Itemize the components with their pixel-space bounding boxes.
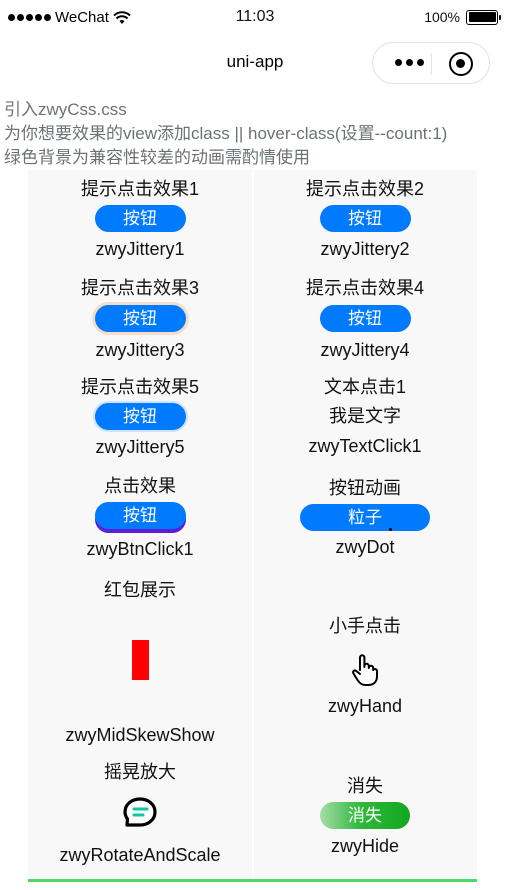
- demo-dot: 按钮动画 粒子 zwyDot: [253, 477, 477, 558]
- demo-hide: 消失 消失 zwyHide: [253, 775, 477, 857]
- demo-class-name: zwyHide: [330, 836, 400, 856]
- demo-title: 小手点击: [329, 616, 401, 636]
- battery-icon: [466, 9, 501, 25]
- close-miniprogram-icon[interactable]: [449, 52, 473, 76]
- demo-title: 提示点击效果3: [80, 278, 199, 298]
- demo-class-name: zwyJittery2: [320, 239, 410, 259]
- demo-title: 消失: [347, 776, 383, 796]
- more-menu-icon[interactable]: [395, 59, 424, 66]
- intro-text: 引入zwyCss.css 为你想要效果的view添加class || hover…: [4, 98, 447, 170]
- navigation-bar: uni-app: [0, 34, 510, 90]
- demo-title: 点击效果: [104, 476, 176, 496]
- capsule-divider: [431, 53, 432, 75]
- demo-title: 文本点击1: [323, 377, 406, 397]
- jittery2-button[interactable]: 按钮: [319, 205, 411, 232]
- demo-rotate-and-scale: 摇晃放大 zwyRotateAndScale: [28, 761, 252, 866]
- demo-text-click1: 文本点击1 我是文字 zwyTextClick1: [253, 376, 477, 457]
- demo-class-name: zwyRotateAndScale: [59, 845, 221, 865]
- demo-class-name: zwyJittery5: [95, 437, 185, 457]
- demo-title: 摇晃放大: [104, 762, 176, 782]
- clickable-text[interactable]: 我是文字: [253, 405, 477, 427]
- demo-jittery4: 提示点击效果4 按钮 zwyJittery4: [253, 277, 477, 361]
- bottom-accent-bar: [28, 879, 477, 882]
- jittery3-button[interactable]: 按钮: [94, 305, 186, 332]
- demo-class-name: zwyJittery4: [320, 340, 410, 360]
- demo-title: 按钮动画: [329, 478, 401, 498]
- intro-line-3: 绿色背景为兼容性较差的动画需酌情使用: [4, 148, 310, 167]
- demo-class-name: zwyHand: [327, 696, 403, 716]
- intro-line-2: 为你想要效果的view添加class || hover-class(设置--co…: [4, 124, 448, 143]
- battery-status: 100%: [424, 9, 501, 25]
- jittery5-button[interactable]: 按钮: [94, 403, 186, 430]
- particle-button[interactable]: 粒子: [300, 504, 430, 531]
- demo-btn-click1: 点击效果 按钮 zwyBtnClick1: [28, 475, 252, 560]
- demo-hand: 小手点击 zwyHand: [253, 615, 477, 717]
- demo-class-name: zwyBtnClick1: [86, 539, 194, 559]
- btn-click1-button[interactable]: 按钮: [94, 502, 186, 529]
- demo-jittery1: 提示点击效果1 按钮 zwyJittery1: [28, 178, 252, 260]
- hide-button[interactable]: 消失: [320, 802, 410, 829]
- status-bar: WeChat 11:03 100%: [0, 0, 510, 34]
- demo-class-name: zwyJittery3: [95, 340, 185, 360]
- demo-class-name: zwyMidSkewShow: [65, 725, 215, 745]
- demo-jittery2: 提示点击效果2 按钮 zwyJittery2: [253, 178, 477, 260]
- demo-title: 红包展示: [104, 580, 176, 600]
- red-packet-icon[interactable]: [131, 640, 149, 680]
- demo-jittery3: 提示点击效果3 按钮 zwyJittery3: [28, 277, 252, 361]
- demo-title: 提示点击效果4: [305, 278, 424, 298]
- particle-dot: [389, 528, 392, 531]
- intro-line-1: 引入zwyCss.css: [4, 100, 127, 119]
- jittery1-button[interactable]: 按钮: [94, 205, 186, 232]
- battery-percent: 100%: [424, 9, 460, 25]
- hand-pointer-icon[interactable]: [351, 653, 379, 687]
- demo-mid-skew-show: 红包展示 zwyMidSkewShow: [28, 579, 252, 746]
- chat-bubble-icon[interactable]: [122, 796, 158, 830]
- demo-class-name: zwyDot: [335, 537, 395, 557]
- demo-class-name: zwyTextClick1: [308, 436, 422, 456]
- miniprogram-capsule: [372, 42, 490, 84]
- demo-title: 提示点击效果5: [80, 377, 199, 397]
- demo-class-name: zwyJittery1: [95, 239, 185, 259]
- demo-jittery5: 提示点击效果5 按钮 zwyJittery5: [28, 376, 252, 458]
- demo-title: 提示点击效果1: [80, 179, 199, 199]
- jittery4-button[interactable]: 按钮: [319, 305, 411, 332]
- demo-title: 提示点击效果2: [305, 179, 424, 199]
